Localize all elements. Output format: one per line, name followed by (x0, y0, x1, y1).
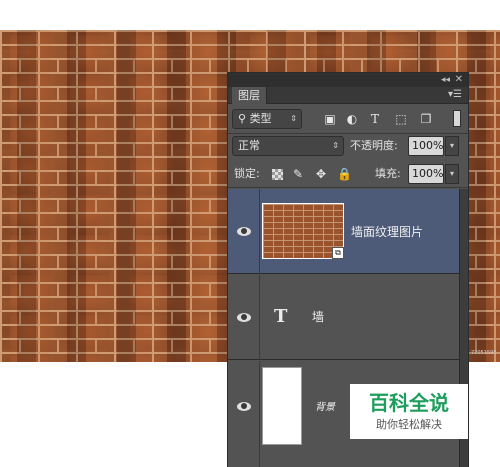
watermark-title: 百科全说 (369, 391, 449, 415)
type-layer-icon: T (274, 306, 288, 327)
layer-name[interactable]: 背景 (315, 401, 335, 415)
lock-image-pixels-icon[interactable]: ✎ (291, 167, 305, 181)
opacity-dropdown-button[interactable]: ▾ (445, 136, 459, 156)
fill-label: 填充: (375, 167, 401, 180)
divider (259, 275, 260, 360)
panel-menu-icon[interactable]: ▾☰ (448, 89, 462, 101)
filter-toggle[interactable] (453, 110, 461, 127)
close-icon[interactable]: ✕ (455, 73, 463, 86)
smart-object-badge-icon: ⧉ (332, 247, 344, 259)
corner-mark: 72051598 (471, 350, 497, 356)
filter-kind-label: 类型 (249, 112, 272, 125)
divider (228, 133, 468, 134)
watermark-subtitle: 助你轻松解决 (376, 418, 442, 431)
divider (228, 187, 468, 188)
fill-dropdown-button[interactable]: ▾ (445, 164, 459, 184)
lock-transparent-pixels-icon[interactable] (272, 169, 283, 180)
updown-arrows-icon: ⇕ (332, 141, 339, 150)
type-filter-icon[interactable]: T (368, 112, 382, 126)
fill-field[interactable]: 100% (408, 164, 444, 184)
eye-icon[interactable] (237, 313, 251, 322)
layer-row-texture[interactable]: ⧉ 墙面纹理图片 (228, 189, 468, 274)
lock-label: 锁定: (234, 167, 260, 180)
shape-filter-icon[interactable]: ⬚ (394, 112, 408, 126)
double-chevron-left-icon[interactable]: ◂◂ (441, 74, 450, 86)
layer-name[interactable]: 墙 (312, 310, 324, 324)
panel-tab-bar: 图层 ▾☰ (228, 87, 468, 104)
blend-mode-value: 正常 (238, 139, 260, 152)
lock-position-icon[interactable]: ✥ (314, 167, 328, 181)
lock-all-icon[interactable]: 🔒 (337, 167, 352, 181)
search-icon: ⚲ (238, 112, 247, 125)
image-filter-icon[interactable]: ▣ (323, 112, 337, 126)
eye-icon[interactable] (237, 227, 251, 236)
tab-layers[interactable]: 图层 (232, 87, 267, 104)
divider (259, 361, 260, 467)
layer-thumbnail[interactable]: ⧉ (262, 203, 344, 259)
blend-mode-select[interactable]: 正常 ⇕ (232, 136, 344, 156)
layer-name[interactable]: 墙面纹理图片 (351, 225, 423, 239)
adjustment-filter-icon[interactable]: ◐ (345, 112, 359, 126)
layer-row-text[interactable]: T 墙 (228, 275, 468, 360)
watermark: 百科全说 助你轻松解决 (350, 384, 468, 439)
opacity-label: 不透明度: (350, 139, 398, 152)
panel-title-bar[interactable]: ◂◂ ✕ (228, 73, 468, 87)
eye-icon[interactable] (237, 402, 251, 411)
layer-thumbnail[interactable] (262, 367, 302, 445)
filter-kind-select[interactable]: ⚲ 类型 ⇕ (232, 109, 302, 129)
opacity-field[interactable]: 100% (408, 136, 444, 156)
divider (259, 189, 260, 274)
smart-object-filter-icon[interactable]: ❐ (419, 112, 433, 126)
updown-arrows-icon: ⇕ (290, 114, 297, 123)
